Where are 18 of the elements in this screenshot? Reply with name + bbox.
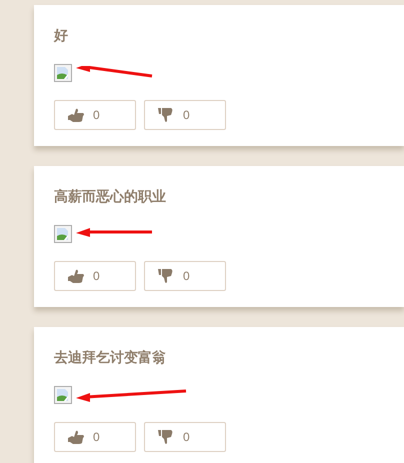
thumbs-up-icon — [67, 268, 85, 284]
post-title: 去迪拜乞讨变富翁 — [54, 348, 167, 368]
dislike-button[interactable]: 0 — [144, 100, 226, 130]
thumbs-up-icon — [67, 429, 85, 445]
dislike-button[interactable]: 0 — [144, 261, 226, 291]
broken-image-icon — [54, 64, 72, 82]
like-button[interactable]: 0 — [54, 100, 136, 130]
like-button[interactable]: 0 — [54, 261, 136, 291]
thumbs-down-icon — [157, 429, 175, 445]
post-title: 高薪而恶心的职业 — [54, 188, 167, 207]
thumbs-down-icon — [157, 268, 175, 284]
thumbs-down-icon — [157, 107, 175, 123]
like-button[interactable]: 0 — [54, 422, 136, 452]
post-title: 好 — [54, 27, 69, 46]
dislike-button[interactable]: 0 — [144, 422, 226, 452]
thumbs-up-icon — [67, 107, 85, 123]
broken-image-icon — [54, 225, 72, 243]
broken-image-icon — [54, 386, 72, 404]
